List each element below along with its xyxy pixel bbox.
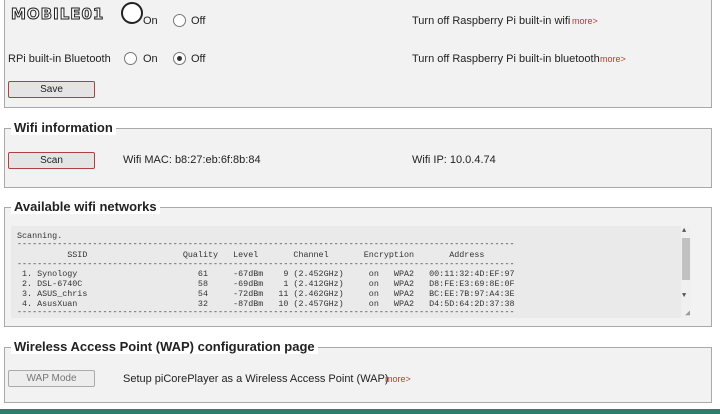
logo-text: MOBILE01 bbox=[10, 5, 105, 24]
scan-output-line: 2. DSL-6740C 58 -69dBm 1 (2.412GHz) on W… bbox=[17, 279, 515, 289]
wifi-mac: Wifi MAC: b8:27:eb:6f:8b:84 bbox=[123, 154, 261, 166]
scroll-down-arrow-icon[interactable]: ▼ bbox=[682, 292, 686, 300]
wifi-more-link[interactable]: more> bbox=[572, 16, 598, 26]
bluetooth-description: Turn off Raspberry Pi built-in bluetooth bbox=[412, 53, 600, 65]
scan-button[interactable]: Scan bbox=[8, 152, 95, 169]
save-button[interactable]: Save bbox=[8, 81, 95, 98]
scroll-up-arrow-icon[interactable]: ▲ bbox=[682, 227, 686, 235]
bluetooth-off-label: Off bbox=[191, 53, 206, 65]
available-wifi-networks-section: Available wifi networks ▲ ▼ ◢ Scanning. -… bbox=[4, 199, 712, 327]
bluetooth-label: RPi built-in Bluetooth bbox=[8, 53, 111, 65]
wap-configuration-section: Wireless Access Point (WAP) configuratio… bbox=[4, 339, 712, 403]
bottom-bar bbox=[0, 409, 720, 414]
wifi-off-label: Off bbox=[191, 15, 206, 27]
resize-grip-icon[interactable]: ◢ bbox=[685, 308, 690, 318]
bluetooth-more-link[interactable]: more> bbox=[600, 54, 626, 64]
scrollbar-thumb[interactable] bbox=[682, 238, 690, 280]
wifi-information-legend: Wifi information bbox=[11, 120, 116, 135]
wifi-description: Turn off Raspberry Pi built-in wifi bbox=[412, 15, 571, 27]
wifi-scan-output[interactable]: ▲ ▼ ◢ Scanning. -------------------------… bbox=[11, 226, 691, 318]
bluetooth-on-radio[interactable] bbox=[124, 52, 137, 65]
wifi-bluetooth-settings: MOBILE01 On Off Turn off Raspberry Pi bu… bbox=[4, 0, 712, 108]
bluetooth-on-label: On bbox=[143, 53, 158, 65]
wap-legend: Wireless Access Point (WAP) configuratio… bbox=[11, 339, 318, 354]
available-wifi-networks-legend: Available wifi networks bbox=[11, 199, 160, 214]
scan-output-line: 1. Synology 61 -67dBm 9 (2.452GHz) on WP… bbox=[17, 269, 515, 279]
wifi-off-radio[interactable] bbox=[173, 14, 186, 27]
scan-output-line: ----------------------------------------… bbox=[17, 259, 515, 269]
wifi-ip: Wifi IP: 10.0.4.74 bbox=[412, 154, 496, 166]
scan-output-line: 3. ASUS_chris 54 -72dBm 11 (2.462GHz) on… bbox=[17, 289, 515, 299]
wap-more-link[interactable]: more> bbox=[385, 374, 411, 384]
logo-emblem-icon bbox=[121, 2, 143, 24]
wap-mode-button[interactable]: WAP Mode bbox=[8, 370, 95, 387]
scan-output-line: ----------------------------------------… bbox=[17, 307, 515, 317]
wifi-information-section: Wifi information Scan Wifi MAC: b8:27:eb… bbox=[4, 120, 712, 188]
scan-output-line: ----------------------------------------… bbox=[17, 239, 515, 249]
wap-description: Setup piCorePlayer as a Wireless Access … bbox=[123, 373, 389, 385]
bluetooth-off-radio[interactable] bbox=[173, 52, 186, 65]
scan-output-scrollbar[interactable]: ▲ ▼ bbox=[681, 226, 691, 318]
wifi-on-label: On bbox=[143, 15, 158, 27]
